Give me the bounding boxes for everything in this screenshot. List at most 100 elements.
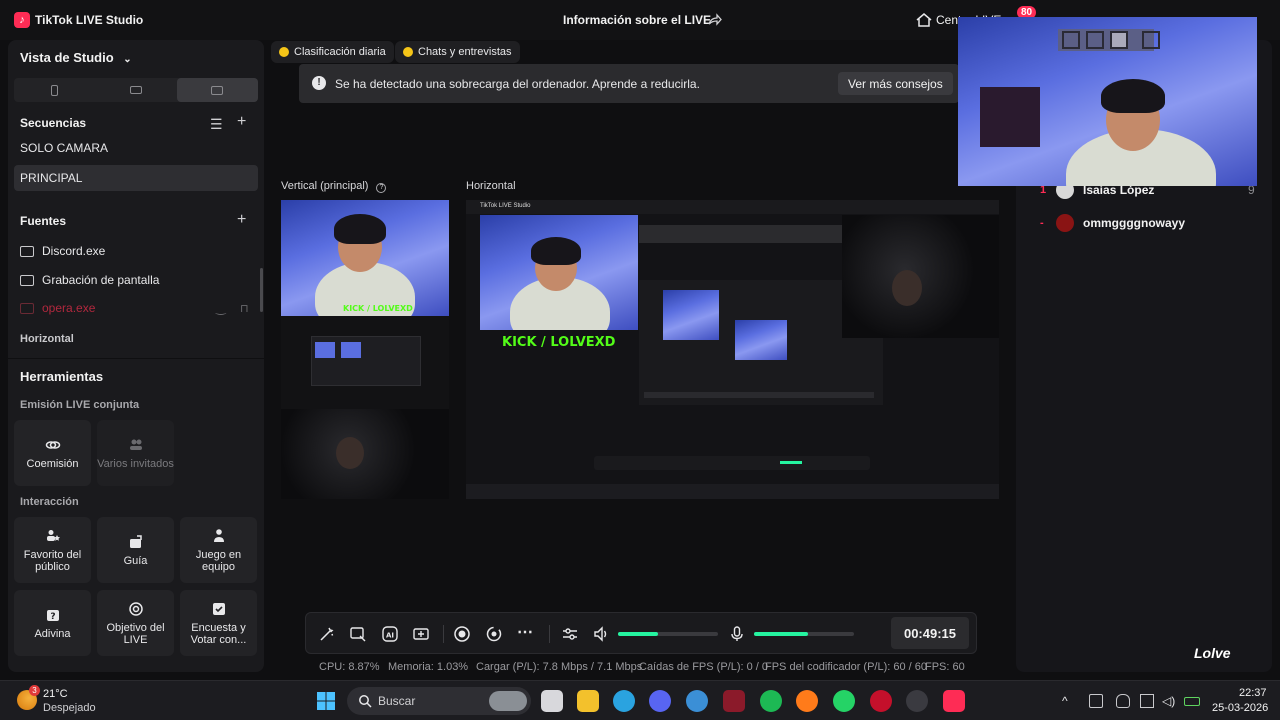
sequence-item[interactable]: SOLO CAMARA <box>14 135 258 161</box>
dark-camera-image <box>281 409 449 499</box>
display-icon[interactable] <box>1140 694 1154 708</box>
firefox-icon[interactable] <box>796 690 818 712</box>
horizontal-sources-label: Horizontal <box>20 333 74 345</box>
avatar <box>1056 214 1074 232</box>
source-item[interactable]: Grabación de pantalla <box>14 267 258 293</box>
share-icon[interactable] <box>706 12 722 28</box>
horizontal-preview-canvas[interactable]: TikTok LIVE Studio KICK / LOLVEXD <box>466 200 999 499</box>
record-icon[interactable] <box>453 625 471 643</box>
add-source-icon[interactable] <box>349 625 367 643</box>
weather-badge: 3 <box>29 685 40 696</box>
monitor-icon <box>20 274 34 286</box>
vertical-preview-canvas[interactable]: KICK / LOLVEXD <box>281 200 449 499</box>
sequences-title: Secuencias <box>20 116 87 130</box>
obs-icon[interactable] <box>906 690 928 712</box>
live-info-button[interactable]: Información sobre el LIVE <box>563 13 711 27</box>
mic-tray-icon[interactable] <box>1116 694 1130 708</box>
add-source-button[interactable]: + <box>237 212 246 228</box>
webcam-overlay-image <box>958 17 1257 186</box>
tiktok-live-studio-icon[interactable] <box>943 690 965 712</box>
sequence-item-active[interactable]: PRINCIPAL <box>14 165 258 191</box>
source-item-hidden[interactable]: opera.exe ‿ ⊓ <box>14 295 258 321</box>
alert-icon: ! <box>312 76 326 90</box>
settings-sliders-icon[interactable] <box>561 625 579 643</box>
daily-ranking-chip[interactable]: Clasificación diaria <box>271 41 394 63</box>
spotify-icon[interactable] <box>760 690 782 712</box>
fan-favorite-button[interactable]: Favorito del público <box>14 517 91 583</box>
fans-icon <box>46 529 60 541</box>
task-view-icon[interactable] <box>541 690 563 712</box>
home-icon[interactable] <box>915 11 933 29</box>
file-explorer-icon[interactable] <box>577 690 599 712</box>
clock-time[interactable]: 22:37 <box>1239 687 1267 699</box>
tool-label: Guía <box>123 554 148 567</box>
svg-text:?: ? <box>50 612 55 622</box>
help-icon[interactable]: ? <box>376 183 387 193</box>
discord-icon[interactable] <box>649 690 671 712</box>
source-item[interactable]: Discord.exe <box>14 238 258 264</box>
landscape-view-button[interactable] <box>95 78 176 102</box>
dual-view-button[interactable] <box>176 78 258 102</box>
kick-overlay-text: KICK / LOLVEXD <box>343 304 413 313</box>
capcut-icon[interactable] <box>723 690 745 712</box>
poll-icon <box>212 602 225 615</box>
nested-warning <box>639 225 844 243</box>
windows-taskbar: 3 21°C Despejado Buscar ^ ◁) 22:37 25-03… <box>0 680 1280 720</box>
microphone-icon[interactable] <box>728 625 746 643</box>
overload-warning-banner: ! Se ha detectado una sobrecarga del ord… <box>299 64 959 103</box>
monitor-icon <box>20 245 34 257</box>
replay-icon[interactable] <box>485 625 503 643</box>
battery-icon[interactable] <box>1184 697 1200 706</box>
hidden-eye-icon[interactable]: ‿ <box>216 301 226 315</box>
speaker-icon[interactable] <box>592 625 610 643</box>
vertical-label-text: Vertical (principal) <box>281 180 369 192</box>
clock-date[interactable]: 25-03-2026 <box>1212 702 1268 714</box>
cohost-button[interactable]: Coemisión <box>14 420 91 486</box>
app-title: TikTok LIVE Studio <box>35 13 144 27</box>
left-panel: Vista de Studio ⌄ Secuencias ☰ + SOLO CA… <box>8 40 264 672</box>
telegram-icon[interactable] <box>613 690 635 712</box>
add-sequence-button[interactable]: + <box>237 114 246 130</box>
layout-icon[interactable] <box>412 625 430 643</box>
taskbar-search[interactable]: Buscar <box>347 687 531 715</box>
tool-label: Coemisión <box>26 457 79 470</box>
poll-button[interactable]: Encuesta y Votar con... <box>180 590 257 656</box>
list-icon[interactable]: ☰ <box>210 116 223 132</box>
lock-icon[interactable]: ⊓ <box>240 302 249 315</box>
whatsapp-icon[interactable] <box>833 690 855 712</box>
portrait-view-button[interactable] <box>14 78 95 102</box>
guide-icon <box>129 534 142 548</box>
team-game-button[interactable]: Juego en equipo <box>180 517 257 583</box>
volume-level <box>618 632 658 636</box>
chats-chip[interactable]: Chats y entrevistas <box>395 41 520 63</box>
scrollbar[interactable] <box>260 268 263 312</box>
opera-icon[interactable] <box>870 690 892 712</box>
tool-label: Favorito del público <box>23 548 82 573</box>
search-placeholder: Buscar <box>378 694 416 708</box>
nested-control-bar <box>594 456 870 470</box>
ai-icon[interactable]: AI <box>381 625 399 643</box>
steam-like-icon[interactable] <box>686 690 708 712</box>
upload-stat: Cargar (P/L): 7.8 Mbps / 7.1 Mbps <box>476 661 643 673</box>
live-timer: 00:49:15 <box>891 617 969 649</box>
guess-button[interactable]: ? Adivina <box>14 590 91 656</box>
search-highlight-image <box>489 691 527 711</box>
studio-view-dropdown[interactable]: Vista de Studio ⌄ <box>20 50 132 65</box>
viewer-row[interactable]: - ommggggnowayy <box>1040 214 1185 232</box>
tool-label: Adivina <box>34 627 71 640</box>
guide-button[interactable]: Guía <box>97 517 174 583</box>
landscape-icon <box>129 86 142 94</box>
nested-taskbar <box>466 484 999 499</box>
windows-start-icon[interactable] <box>316 691 336 711</box>
more-tips-button[interactable]: Ver más consejos <box>838 72 953 95</box>
multi-guest-button[interactable]: Varios invitados <box>97 420 174 486</box>
network-off-icon[interactable] <box>1089 694 1103 708</box>
webcam-feed-image <box>480 215 638 330</box>
chevron-up-icon[interactable]: ^ <box>1062 694 1076 708</box>
live-goal-button[interactable]: Objetivo del LIVE <box>97 590 174 656</box>
effects-icon[interactable] <box>318 625 336 643</box>
viewer-name: ommggggnowayy <box>1083 216 1186 230</box>
volume-icon[interactable]: ◁) <box>1162 694 1176 708</box>
more-options-icon[interactable]: ⋯ <box>517 622 535 641</box>
svg-text:AI: AI <box>386 632 394 640</box>
